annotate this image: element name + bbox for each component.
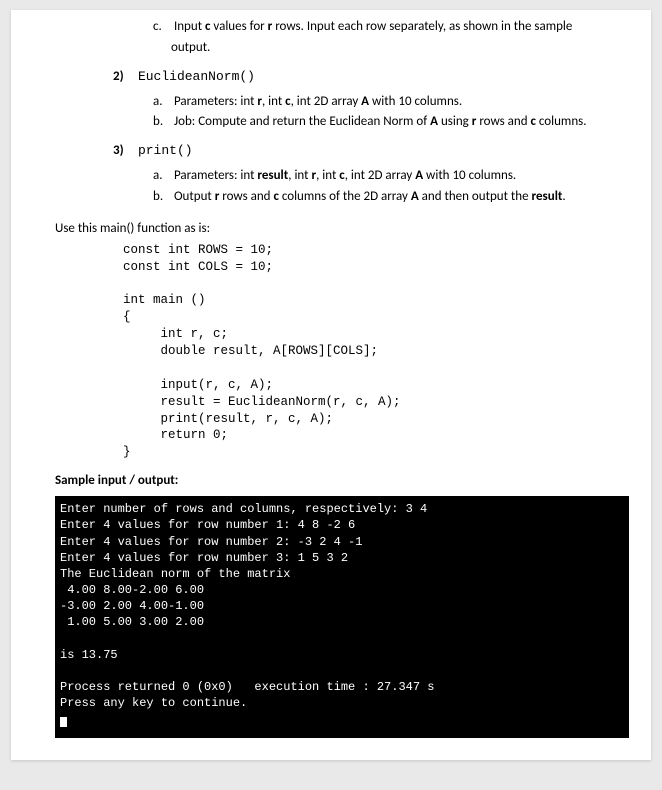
- term-line: Enter 4 values for row number 1: 4 8 -2 …: [60, 518, 355, 532]
- t: columns.: [536, 114, 587, 129]
- t: Input: [174, 19, 205, 34]
- t: rows and: [219, 189, 273, 204]
- term-line: 1.00 5.00 3.00 2.00: [60, 615, 204, 629]
- t: Parameters: int: [174, 168, 257, 183]
- bullet-b: b.: [153, 188, 171, 207]
- terminal-output: Enter number of rows and columns, respec…: [55, 496, 629, 738]
- t: , int: [288, 168, 311, 183]
- term-line: Enter number of rows and columns, respec…: [60, 502, 427, 516]
- text-3a: Parameters: int result, int r, int c, in…: [174, 168, 516, 183]
- bullet-c: c.: [153, 18, 171, 37]
- bold-result: result: [257, 168, 288, 183]
- t: , int 2D array: [345, 168, 416, 183]
- term-line: 4.00 8.00-2.00 6.00: [60, 583, 204, 597]
- item-2: 2) EuclideanNorm(): [113, 68, 629, 87]
- num-2: 2): [113, 68, 135, 87]
- t: with 10 columns.: [423, 168, 516, 183]
- t: , int: [316, 168, 339, 183]
- main-code-block: const int ROWS = 10; const int COLS = 10…: [123, 242, 629, 461]
- term-line: is 13.75: [60, 648, 118, 662]
- t: Output: [174, 189, 215, 204]
- bold-result: result: [532, 189, 563, 204]
- cursor-icon: [60, 717, 67, 727]
- sample-io-title: Sample input / output:: [55, 473, 629, 488]
- bold-A: A: [430, 114, 438, 129]
- text-2b: Job: Compute and return the Euclidean No…: [174, 114, 587, 129]
- text-3b: Output r rows and c columns of the 2D ar…: [174, 189, 566, 204]
- item-3a: a. Parameters: int result, int r, int c,…: [153, 167, 629, 186]
- use-main-heading: Use this main() function as is:: [55, 221, 629, 236]
- t: , int 2D array: [291, 94, 362, 109]
- item-2a: a. Parameters: int r, int c, int 2D arra…: [153, 93, 629, 112]
- t: columns of the 2D array: [279, 189, 411, 204]
- t: output.: [171, 40, 210, 55]
- bullet-b: b.: [153, 113, 171, 132]
- t: Parameters: int: [174, 94, 257, 109]
- term-line: Process returned 0 (0x0) execution time …: [60, 680, 434, 694]
- term-line: The Euclidean norm of the matrix: [60, 567, 290, 581]
- bold-A: A: [415, 168, 423, 183]
- bold-A: A: [361, 94, 369, 109]
- item-1c-cont: output.: [171, 39, 629, 58]
- bold-A: A: [411, 189, 419, 204]
- t: and then output the: [419, 189, 532, 204]
- item-2b: b. Job: Compute and return the Euclidean…: [153, 113, 629, 132]
- t: rows. Input each row separately, as show…: [272, 19, 572, 34]
- fname-euclidean: EuclideanNorm(): [138, 69, 255, 84]
- t: with 10 columns.: [369, 94, 462, 109]
- term-line: Enter 4 values for row number 2: -3 2 4 …: [60, 535, 362, 549]
- term-line: Press any key to continue.: [60, 696, 247, 710]
- term-line: -3.00 2.00 4.00-1.00: [60, 599, 204, 613]
- text-1c-line1: Input c values for r rows. Input each ro…: [174, 19, 572, 34]
- item-3: 3) print(): [113, 142, 629, 161]
- document-page: c. Input c values for r rows. Input each…: [11, 10, 651, 760]
- num-3: 3): [113, 142, 135, 161]
- item-1c: c. Input c values for r rows. Input each…: [153, 18, 629, 37]
- fname-print: print(): [138, 143, 193, 158]
- term-line: Enter 4 values for row number 3: 1 5 3 2: [60, 551, 348, 565]
- bullet-a: a.: [153, 93, 171, 112]
- t: , int: [262, 94, 285, 109]
- text-2a: Parameters: int r, int c, int 2D array A…: [174, 94, 462, 109]
- item-3b: b. Output r rows and c columns of the 2D…: [153, 188, 629, 207]
- t: Job: Compute and return the Euclidean No…: [174, 114, 430, 129]
- bullet-a: a.: [153, 167, 171, 186]
- t: rows and: [476, 114, 530, 129]
- t: .: [562, 189, 565, 204]
- t: values for: [210, 19, 267, 34]
- t: using: [438, 114, 472, 129]
